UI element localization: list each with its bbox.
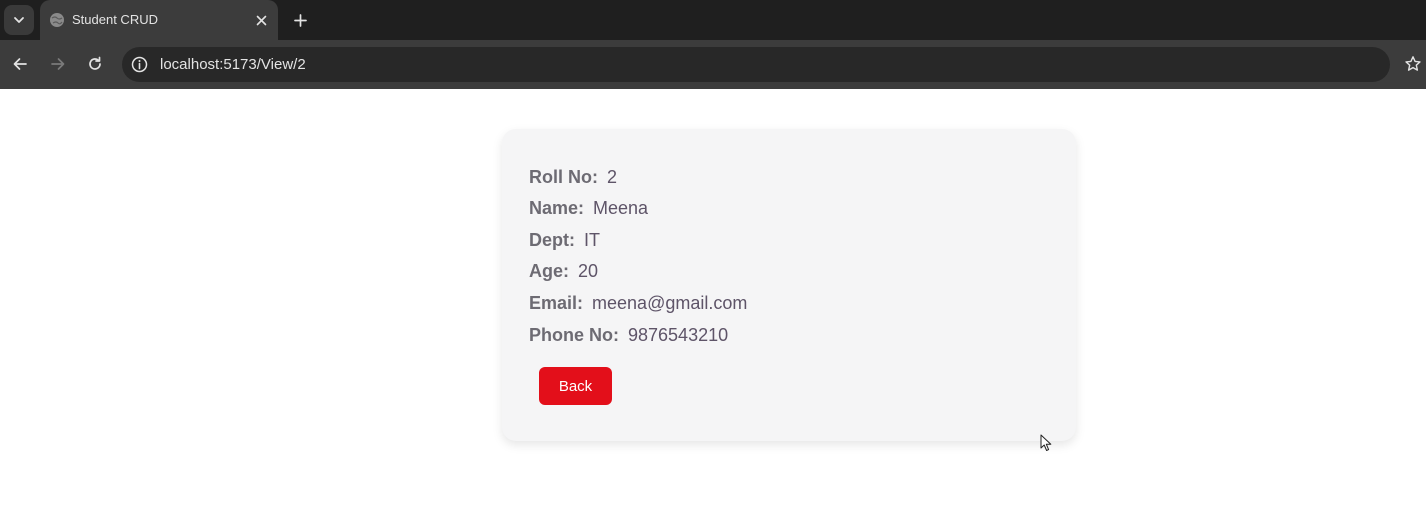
reload-button[interactable] [83, 52, 107, 76]
back-button[interactable]: Back [539, 367, 612, 405]
browser-tab-strip: Student CRUD [0, 0, 1426, 40]
student-detail-card: Roll No: 2 Name: Meena Dept: IT Age: 20 Emai… [502, 129, 1076, 441]
browser-toolbar: localhost:5173/View/2 [0, 40, 1426, 89]
name-value: Meena [593, 198, 649, 218]
email-label: Email: [529, 293, 584, 313]
age-row: Age: 20 [529, 261, 598, 282]
tab-list-button[interactable] [4, 5, 34, 35]
new-tab-button[interactable] [289, 9, 311, 31]
arrow-right-icon [51, 58, 65, 70]
age-label: Age: [529, 261, 569, 281]
name-row: Name: Meena [529, 198, 648, 219]
plus-icon [293, 13, 307, 27]
reload-icon [89, 56, 101, 70]
age-value: 20 [578, 261, 599, 281]
page-content: Roll No: 2 Name: Meena Dept: IT Age: 20 Emai… [0, 89, 1426, 517]
star-icon [1405, 56, 1421, 71]
arrow-left-icon [13, 58, 27, 70]
forward-nav-button[interactable] [46, 52, 70, 76]
browser-tab[interactable]: Student CRUD [40, 0, 278, 40]
roll-no-label: Roll No: [529, 167, 598, 187]
close-icon [256, 15, 266, 25]
roll-no-row: Roll No: 2 [529, 167, 617, 188]
address-bar[interactable]: localhost:5173/View/2 [122, 47, 1390, 82]
email-row: Email: meena@gmail.com [529, 293, 747, 314]
url-text[interactable]: localhost:5173/View/2 [160, 56, 306, 73]
dept-row: Dept: IT [529, 230, 600, 251]
tab-title: Student CRUD [72, 12, 158, 27]
chevron-down-icon [14, 17, 24, 23]
dept-label: Dept: [529, 230, 575, 250]
roll-no-value: 2 [607, 167, 618, 187]
info-icon[interactable] [131, 56, 148, 73]
dept-value: IT [584, 230, 600, 250]
bookmark-button[interactable] [1402, 53, 1424, 75]
phone-no-row: Phone No: 9876543210 [529, 325, 728, 346]
phone-no-value: 9876543210 [628, 325, 729, 345]
phone-no-label: Phone No: [529, 325, 619, 345]
mouse-pointer-icon [1040, 434, 1052, 451]
globe-icon [50, 13, 64, 27]
back-nav-button[interactable] [8, 52, 32, 76]
email-value: meena@gmail.com [592, 293, 748, 313]
name-label: Name: [529, 198, 585, 218]
tab-close-button[interactable] [252, 11, 270, 29]
